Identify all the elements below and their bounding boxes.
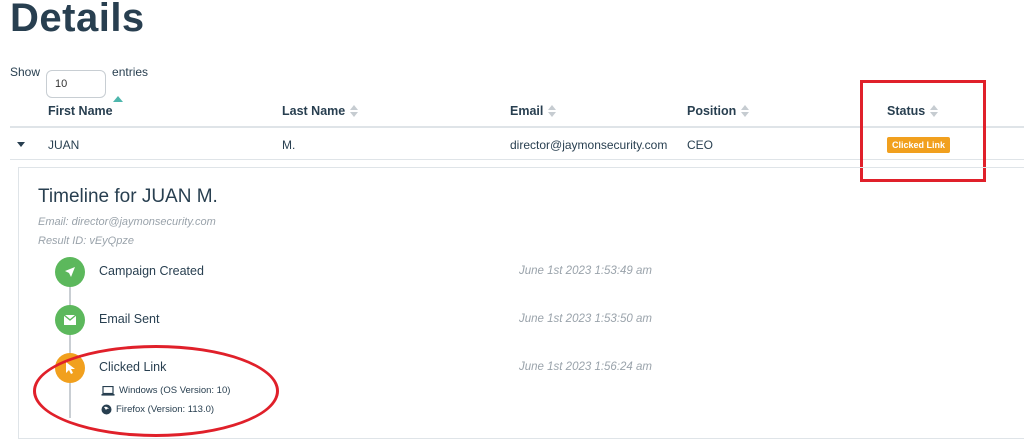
cell-position: CEO xyxy=(687,138,714,152)
timeline-event-time: June 1st 2023 1:56:24 am xyxy=(519,361,652,373)
cell-first-name: JUAN xyxy=(48,138,80,152)
column-first-name[interactable]: First Name xyxy=(48,96,123,118)
timeline-event-label: Email Sent xyxy=(99,312,160,326)
page-title: Details xyxy=(10,0,145,40)
show-label: Show xyxy=(10,65,41,79)
cell-last-name: M. xyxy=(282,138,296,152)
sort-icon xyxy=(350,105,359,117)
timeline-event-label: Campaign Created xyxy=(99,264,204,278)
length-control: Show 10 entries xyxy=(10,58,149,98)
column-position[interactable]: Position xyxy=(687,104,750,118)
timeline-event-time: June 1st 2023 1:53:50 am xyxy=(519,313,652,325)
timeline-event-time: June 1st 2023 1:53:49 am xyxy=(519,265,652,277)
column-last-name[interactable]: Last Name xyxy=(282,104,359,118)
timeline-email: Email: director@jaymonsecurity.com xyxy=(38,216,216,228)
column-email[interactable]: Email xyxy=(510,104,557,118)
sort-icon xyxy=(741,105,750,117)
envelope-icon xyxy=(55,305,85,335)
expand-caret-icon[interactable] xyxy=(17,142,25,147)
cell-email: director@jaymonsecurity.com xyxy=(510,138,668,152)
annotation-ellipse xyxy=(33,345,279,437)
sort-icon xyxy=(548,105,557,117)
entries-label: entries xyxy=(112,65,149,79)
rocket-icon xyxy=(55,257,85,287)
timeline-title: Timeline for JUAN M. xyxy=(38,186,218,207)
sort-asc-icon xyxy=(113,96,123,102)
timeline-result-id: Result ID: vEyQpze xyxy=(38,235,134,247)
